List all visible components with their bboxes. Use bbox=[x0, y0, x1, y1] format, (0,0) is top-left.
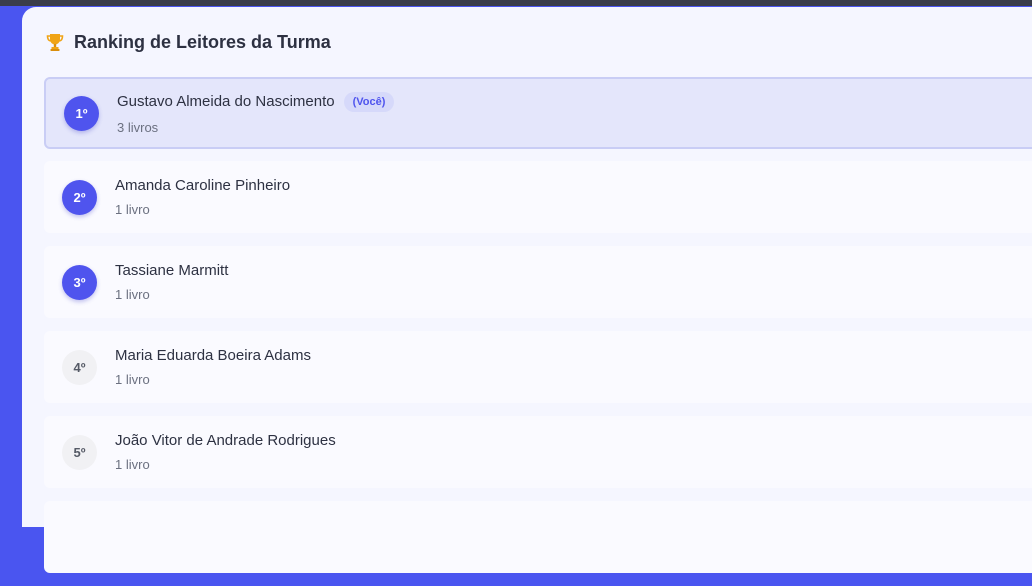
book-count: 1 livro bbox=[115, 287, 150, 302]
ranking-item-4[interactable]: 4º Maria Eduarda Boeira Adams 1 livro bbox=[44, 331, 1032, 403]
ranking-list: 1º Gustavo Almeida do Nascimento (Você) … bbox=[44, 77, 1032, 586]
book-count: 1 livro bbox=[115, 372, 150, 387]
book-count: 1 livro bbox=[115, 202, 150, 217]
name-row: Gustavo Almeida do Nascimento (Você) bbox=[117, 91, 395, 112]
page-title: Ranking de Leitores da Turma bbox=[74, 31, 331, 52]
rank-badge: 5º bbox=[62, 434, 97, 470]
window-top-bar bbox=[0, 0, 1032, 6]
rank-badge: 2º bbox=[62, 179, 97, 215]
reader-info: Maria Eduarda Boeira Adams 1 livro bbox=[115, 347, 311, 387]
book-count: 3 livros bbox=[117, 119, 159, 135]
ranking-item-1[interactable]: 1º Gustavo Almeida do Nascimento (Você) … bbox=[44, 77, 1032, 149]
reader-name: Amanda Caroline Pinheiro bbox=[115, 177, 291, 194]
trophy-icon bbox=[44, 31, 66, 53]
ranking-card: Ranking de Leitores da Turma 1º Gustavo … bbox=[22, 7, 1032, 573]
reader-info: Gustavo Almeida do Nascimento (Você) 3 l… bbox=[117, 91, 395, 135]
reader-name: João Vitor de Andrade Rodrigues bbox=[115, 432, 336, 449]
rank-badge: 4º bbox=[62, 349, 97, 385]
ranking-item-6[interactable] bbox=[44, 501, 1032, 573]
rank-badge: 3º bbox=[62, 264, 97, 300]
reader-info: João Vitor de Andrade Rodrigues 1 livro bbox=[115, 432, 336, 472]
reader-info: Amanda Caroline Pinheiro 1 livro bbox=[115, 177, 290, 217]
ranking-item-3[interactable]: 3º Tassiane Marmitt 1 livro bbox=[44, 246, 1032, 318]
reader-name: Maria Eduarda Boeira Adams bbox=[115, 347, 311, 364]
reader-name: Gustavo Almeida do Nascimento bbox=[117, 93, 335, 110]
reader-name: Tassiane Marmitt bbox=[115, 262, 229, 279]
reader-info: Tassiane Marmitt 1 livro bbox=[115, 262, 228, 302]
ranking-header: Ranking de Leitores da Turma bbox=[44, 31, 331, 53]
ranking-item-5[interactable]: 5º João Vitor de Andrade Rodrigues 1 liv… bbox=[44, 416, 1032, 488]
book-count: 1 livro bbox=[115, 457, 150, 472]
ranking-item-2[interactable]: 2º Amanda Caroline Pinheiro 1 livro bbox=[44, 161, 1032, 233]
current-user-badge: (Você) bbox=[343, 91, 395, 112]
rank-badge: 1º bbox=[64, 95, 99, 131]
